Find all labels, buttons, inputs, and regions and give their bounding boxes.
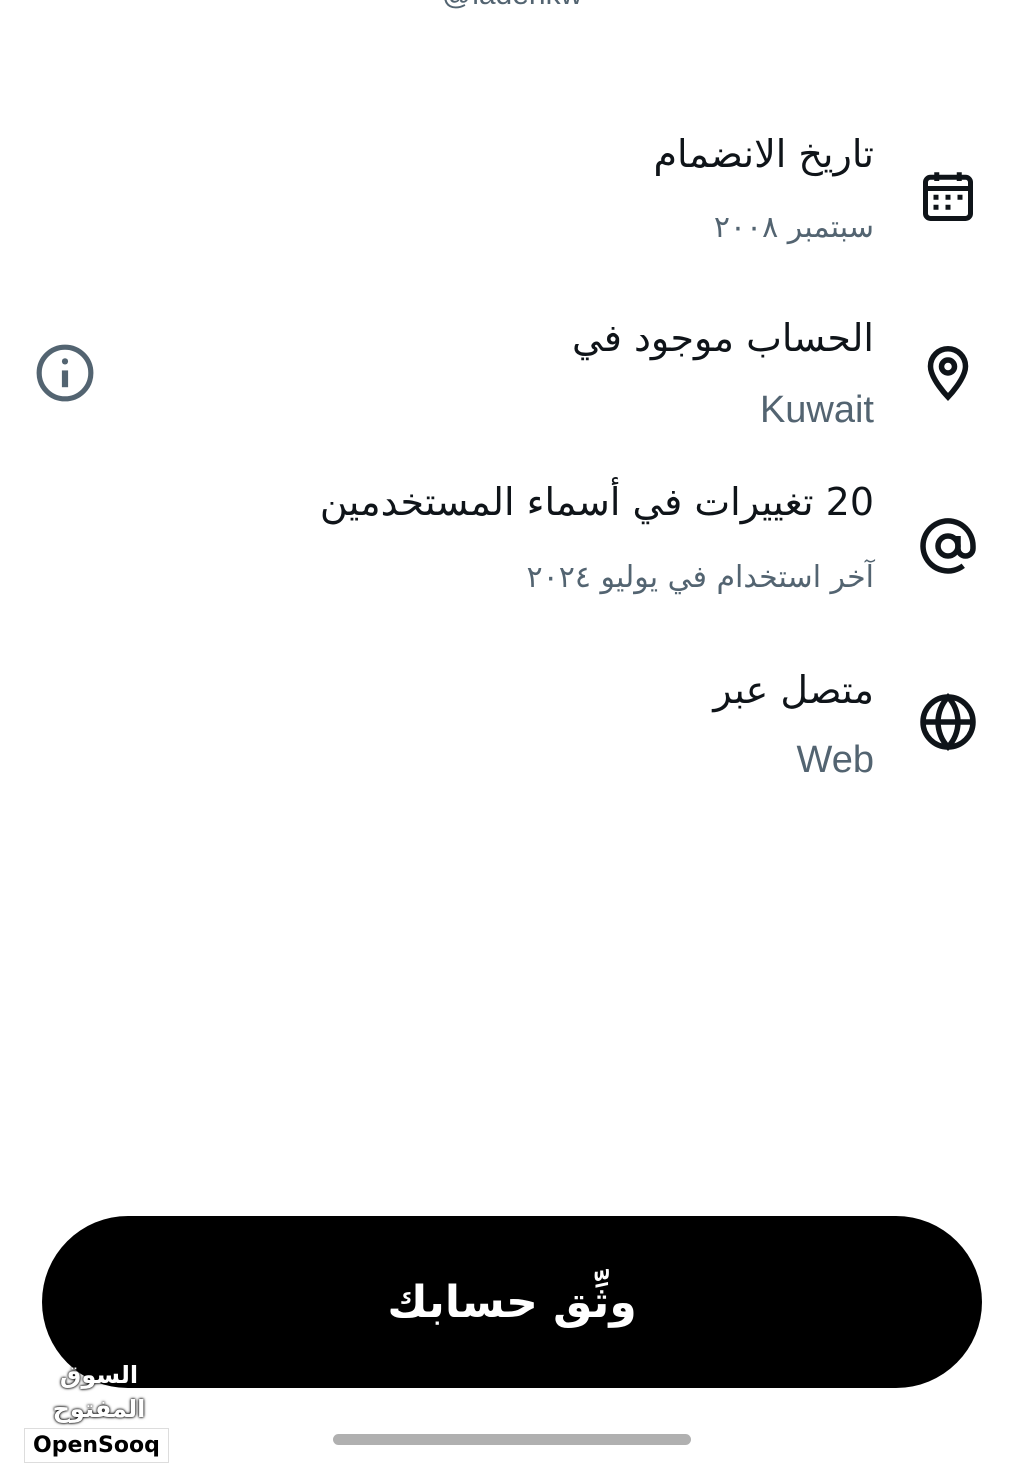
home-indicator[interactable] <box>333 1434 691 1445</box>
watermark-arabic: السوق المفتوح <box>52 1361 146 1423</box>
username-changes-last-used: آخر استخدام في يوليو ٢٠٢٤ <box>526 560 874 595</box>
opensooq-watermark: السوق المفتوح OpenSooq <box>24 1358 174 1463</box>
globe-icon <box>918 692 978 752</box>
connected-via-value: Web <box>796 739 874 781</box>
join-date-title: تاريخ الانضمام <box>653 132 874 176</box>
account-location-title: الحساب موجود في <box>572 316 874 360</box>
connected-via-title: متصل عبر <box>713 668 874 712</box>
calendar-icon <box>918 166 978 226</box>
account-location-value: Kuwait <box>759 389 874 431</box>
info-icon[interactable] <box>34 342 96 404</box>
location-pin-icon <box>918 342 978 402</box>
connected-via-row: متصل عبر Web <box>713 666 874 780</box>
join-date-value: سبتمبر ٢٠٠٨ <box>713 210 874 245</box>
at-sign-icon <box>918 516 978 576</box>
watermark-english: OpenSooq <box>24 1428 169 1463</box>
join-date-row: تاريخ الانضمام سبتمبر ٢٠٠٨ <box>653 130 874 248</box>
verify-account-button[interactable]: وثِّق حسابك <box>42 1216 982 1388</box>
account-location-row: الحساب موجود في Kuwait <box>572 314 874 430</box>
username-changes-title: 20 تغييرات في أسماء المستخدمين <box>319 480 874 524</box>
username-changes-row: 20 تغييرات في أسماء المستخدمين آخر استخد… <box>320 478 874 598</box>
profile-handle: @ladehkw <box>0 0 1024 12</box>
verify-account-label: وثِّق حسابك <box>387 1276 637 1328</box>
